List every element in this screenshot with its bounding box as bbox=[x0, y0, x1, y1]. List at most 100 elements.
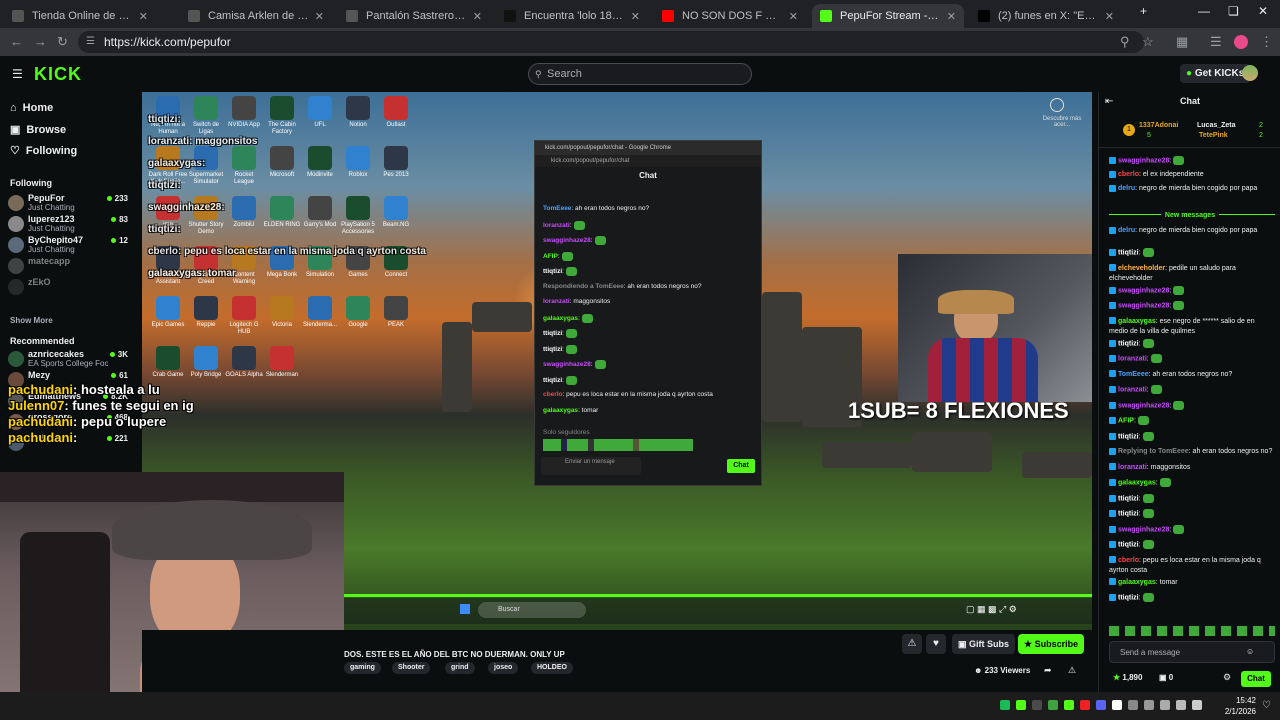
stream-tag[interactable]: HOLDEO bbox=[531, 662, 573, 674]
tray-app-icon[interactable] bbox=[1096, 700, 1106, 710]
emote-picker-icon[interactable]: ☺ bbox=[1246, 647, 1254, 656]
share-icon[interactable]: ➦ bbox=[1044, 665, 1052, 676]
chat-user[interactable]: ttiqtizi bbox=[1118, 541, 1139, 548]
chat-user[interactable]: TomEeee bbox=[1118, 371, 1149, 378]
tray-app-icon[interactable] bbox=[1192, 700, 1202, 710]
minimize-button[interactable]: — bbox=[1198, 4, 1210, 18]
desktop-app-icon[interactable] bbox=[232, 346, 256, 370]
tab-close-icon[interactable]: ✕ bbox=[947, 10, 956, 23]
extensions-icon[interactable]: ▦ bbox=[1176, 34, 1188, 50]
chat-user[interactable]: galaaxygas bbox=[1118, 318, 1156, 325]
video-controls[interactable]: ▢ ▦ ▩ ⤢ ⚙ bbox=[966, 604, 1017, 615]
tab-close-icon[interactable]: ✕ bbox=[473, 10, 482, 23]
browser-tab[interactable]: Pantalón Sastrero Brenor Raya ✕ bbox=[338, 4, 490, 28]
gift-subs-button[interactable]: ▣ Gift Subs bbox=[952, 634, 1016, 654]
report-icon[interactable]: ⚠ bbox=[1068, 665, 1076, 676]
desktop-app-icon[interactable] bbox=[308, 146, 332, 170]
desktop-app-icon[interactable] bbox=[156, 296, 180, 320]
stream-tag[interactable]: gaming bbox=[344, 662, 381, 674]
user-avatar[interactable] bbox=[1242, 65, 1258, 81]
chat-user[interactable]: elcheveholder bbox=[1118, 265, 1165, 272]
tray-app-icon[interactable] bbox=[1048, 700, 1058, 710]
chat-user[interactable]: swagginhaze28 bbox=[1118, 402, 1169, 409]
desktop-app-icon[interactable] bbox=[270, 346, 294, 370]
close-window-button[interactable]: ✕ bbox=[1258, 4, 1268, 18]
hamburger-icon[interactable]: ☰ bbox=[12, 67, 23, 81]
subscribe-button[interactable]: ★ Subscribe bbox=[1018, 634, 1085, 654]
bookmark-icon[interactable]: ☆ bbox=[1142, 34, 1154, 50]
desktop-app-icon[interactable] bbox=[308, 96, 332, 120]
stream-tag[interactable]: joseo bbox=[488, 662, 519, 674]
tab-close-icon[interactable]: ✕ bbox=[1105, 10, 1114, 23]
desktop-app-icon[interactable] bbox=[270, 196, 294, 220]
stream-tag[interactable]: grind bbox=[445, 662, 475, 674]
chat-user[interactable]: ttiqtizi bbox=[1118, 249, 1139, 256]
chat-user[interactable]: AFIP bbox=[1118, 417, 1134, 424]
desktop-app-icon[interactable] bbox=[384, 146, 408, 170]
popout-chat-window[interactable]: kick.com/popout/pepufor/chat - Google Ch… bbox=[534, 140, 762, 486]
maximize-button[interactable]: ❏ bbox=[1228, 4, 1239, 18]
sidebar-channel[interactable]: matecapp bbox=[8, 255, 130, 277]
desktop-app-icon[interactable] bbox=[384, 296, 408, 320]
desktop-app-icon[interactable] bbox=[346, 196, 370, 220]
tray-app-icon[interactable] bbox=[1000, 700, 1010, 710]
get-kicks-button[interactable]: ● Get KICKs bbox=[1180, 64, 1251, 83]
sidebar-channel[interactable]: aznricecakesEA Sports College Foot... 3K bbox=[8, 348, 130, 370]
tray-app-icon[interactable] bbox=[1032, 700, 1042, 710]
browser-tab[interactable]: Tienda Online de HHUST ✕ bbox=[4, 4, 156, 28]
media-icon[interactable]: ☰ bbox=[1210, 34, 1222, 50]
desktop-app-icon[interactable] bbox=[270, 96, 294, 120]
desktop-app-icon[interactable] bbox=[194, 96, 218, 120]
tray-app-icon[interactable] bbox=[1016, 700, 1026, 710]
browser-tab[interactable]: PepuFor Stream - Watch Li ✕ bbox=[812, 4, 964, 28]
desktop-app-icon[interactable] bbox=[346, 96, 370, 120]
new-tab-button[interactable]: + bbox=[1140, 4, 1147, 18]
notification-icon[interactable]: ♡ bbox=[1262, 700, 1271, 711]
chat-send-button[interactable]: Chat bbox=[1241, 671, 1271, 687]
chat-settings-icon[interactable]: ⚙ bbox=[1223, 672, 1231, 683]
tray-app-icon[interactable] bbox=[1080, 700, 1090, 710]
tray-app-icon[interactable] bbox=[1128, 700, 1138, 710]
nav-browse[interactable]: ▣ Browse bbox=[10, 123, 66, 137]
desktop-app-icon[interactable] bbox=[346, 296, 370, 320]
chat-user[interactable]: loranzati bbox=[1118, 355, 1147, 362]
chat-user[interactable]: swagginhaze28 bbox=[1118, 302, 1169, 309]
chat-user[interactable]: ttiqtizi bbox=[1118, 510, 1139, 517]
reload-icon[interactable]: ↻ bbox=[57, 34, 68, 50]
desktop-app-icon[interactable] bbox=[346, 146, 370, 170]
desktop-app-icon[interactable] bbox=[232, 296, 256, 320]
browser-tab[interactable]: Encuentra 'lolo 18 años' en Tik ✕ bbox=[496, 4, 648, 28]
popout-chat-input[interactable]: Enviar un mensaje bbox=[541, 457, 641, 475]
chat-user[interactable]: cberlo bbox=[1118, 171, 1139, 178]
chat-user[interactable]: swagginhaze28 bbox=[1118, 526, 1169, 533]
chat-user[interactable]: swagginhaze28 bbox=[1118, 287, 1169, 294]
tray-app-icon[interactable] bbox=[1160, 700, 1170, 710]
tab-close-icon[interactable]: ✕ bbox=[789, 10, 798, 23]
chat-user[interactable]: galaaxygas bbox=[1118, 479, 1156, 486]
tray-app-icon[interactable] bbox=[1112, 700, 1122, 710]
profile-avatar[interactable] bbox=[1234, 35, 1248, 49]
stream-tag[interactable]: Shooter bbox=[392, 662, 431, 674]
chat-emote-bar[interactable] bbox=[1109, 626, 1275, 636]
desktop-app-icon[interactable] bbox=[232, 146, 256, 170]
desktop-app-icon[interactable] bbox=[156, 346, 180, 370]
tab-close-icon[interactable]: ✕ bbox=[139, 10, 148, 23]
tray-app-icon[interactable] bbox=[1144, 700, 1154, 710]
chat-user[interactable]: galaaxygas bbox=[1118, 579, 1156, 586]
sidebar-channel[interactable]: zEkO bbox=[8, 276, 130, 298]
chat-user[interactable]: loranzati bbox=[1118, 464, 1147, 471]
back-icon[interactable]: ← bbox=[10, 34, 23, 49]
chat-user[interactable]: delru bbox=[1118, 227, 1135, 234]
site-info-icon[interactable]: ☰ bbox=[86, 31, 95, 53]
desktop-app-icon[interactable] bbox=[232, 96, 256, 120]
browser-tab[interactable]: (2) funes en X: "ESTE ES EL VER ✕ bbox=[970, 4, 1122, 28]
show-more-button[interactable]: Show More bbox=[10, 316, 53, 325]
nav-following[interactable]: ♡ Following bbox=[10, 144, 77, 158]
menu-icon[interactable]: ⋮ bbox=[1260, 34, 1273, 50]
tab-close-icon[interactable]: ✕ bbox=[315, 10, 324, 23]
chat-user[interactable]: delru bbox=[1118, 185, 1135, 192]
sidebar-channel[interactable]: luperez123 Just Chatting 83 bbox=[8, 213, 130, 235]
chat-user[interactable]: loranzati bbox=[1118, 386, 1147, 393]
chat-user[interactable]: cberlo bbox=[1118, 557, 1139, 564]
discover-icon[interactable] bbox=[1050, 98, 1064, 112]
